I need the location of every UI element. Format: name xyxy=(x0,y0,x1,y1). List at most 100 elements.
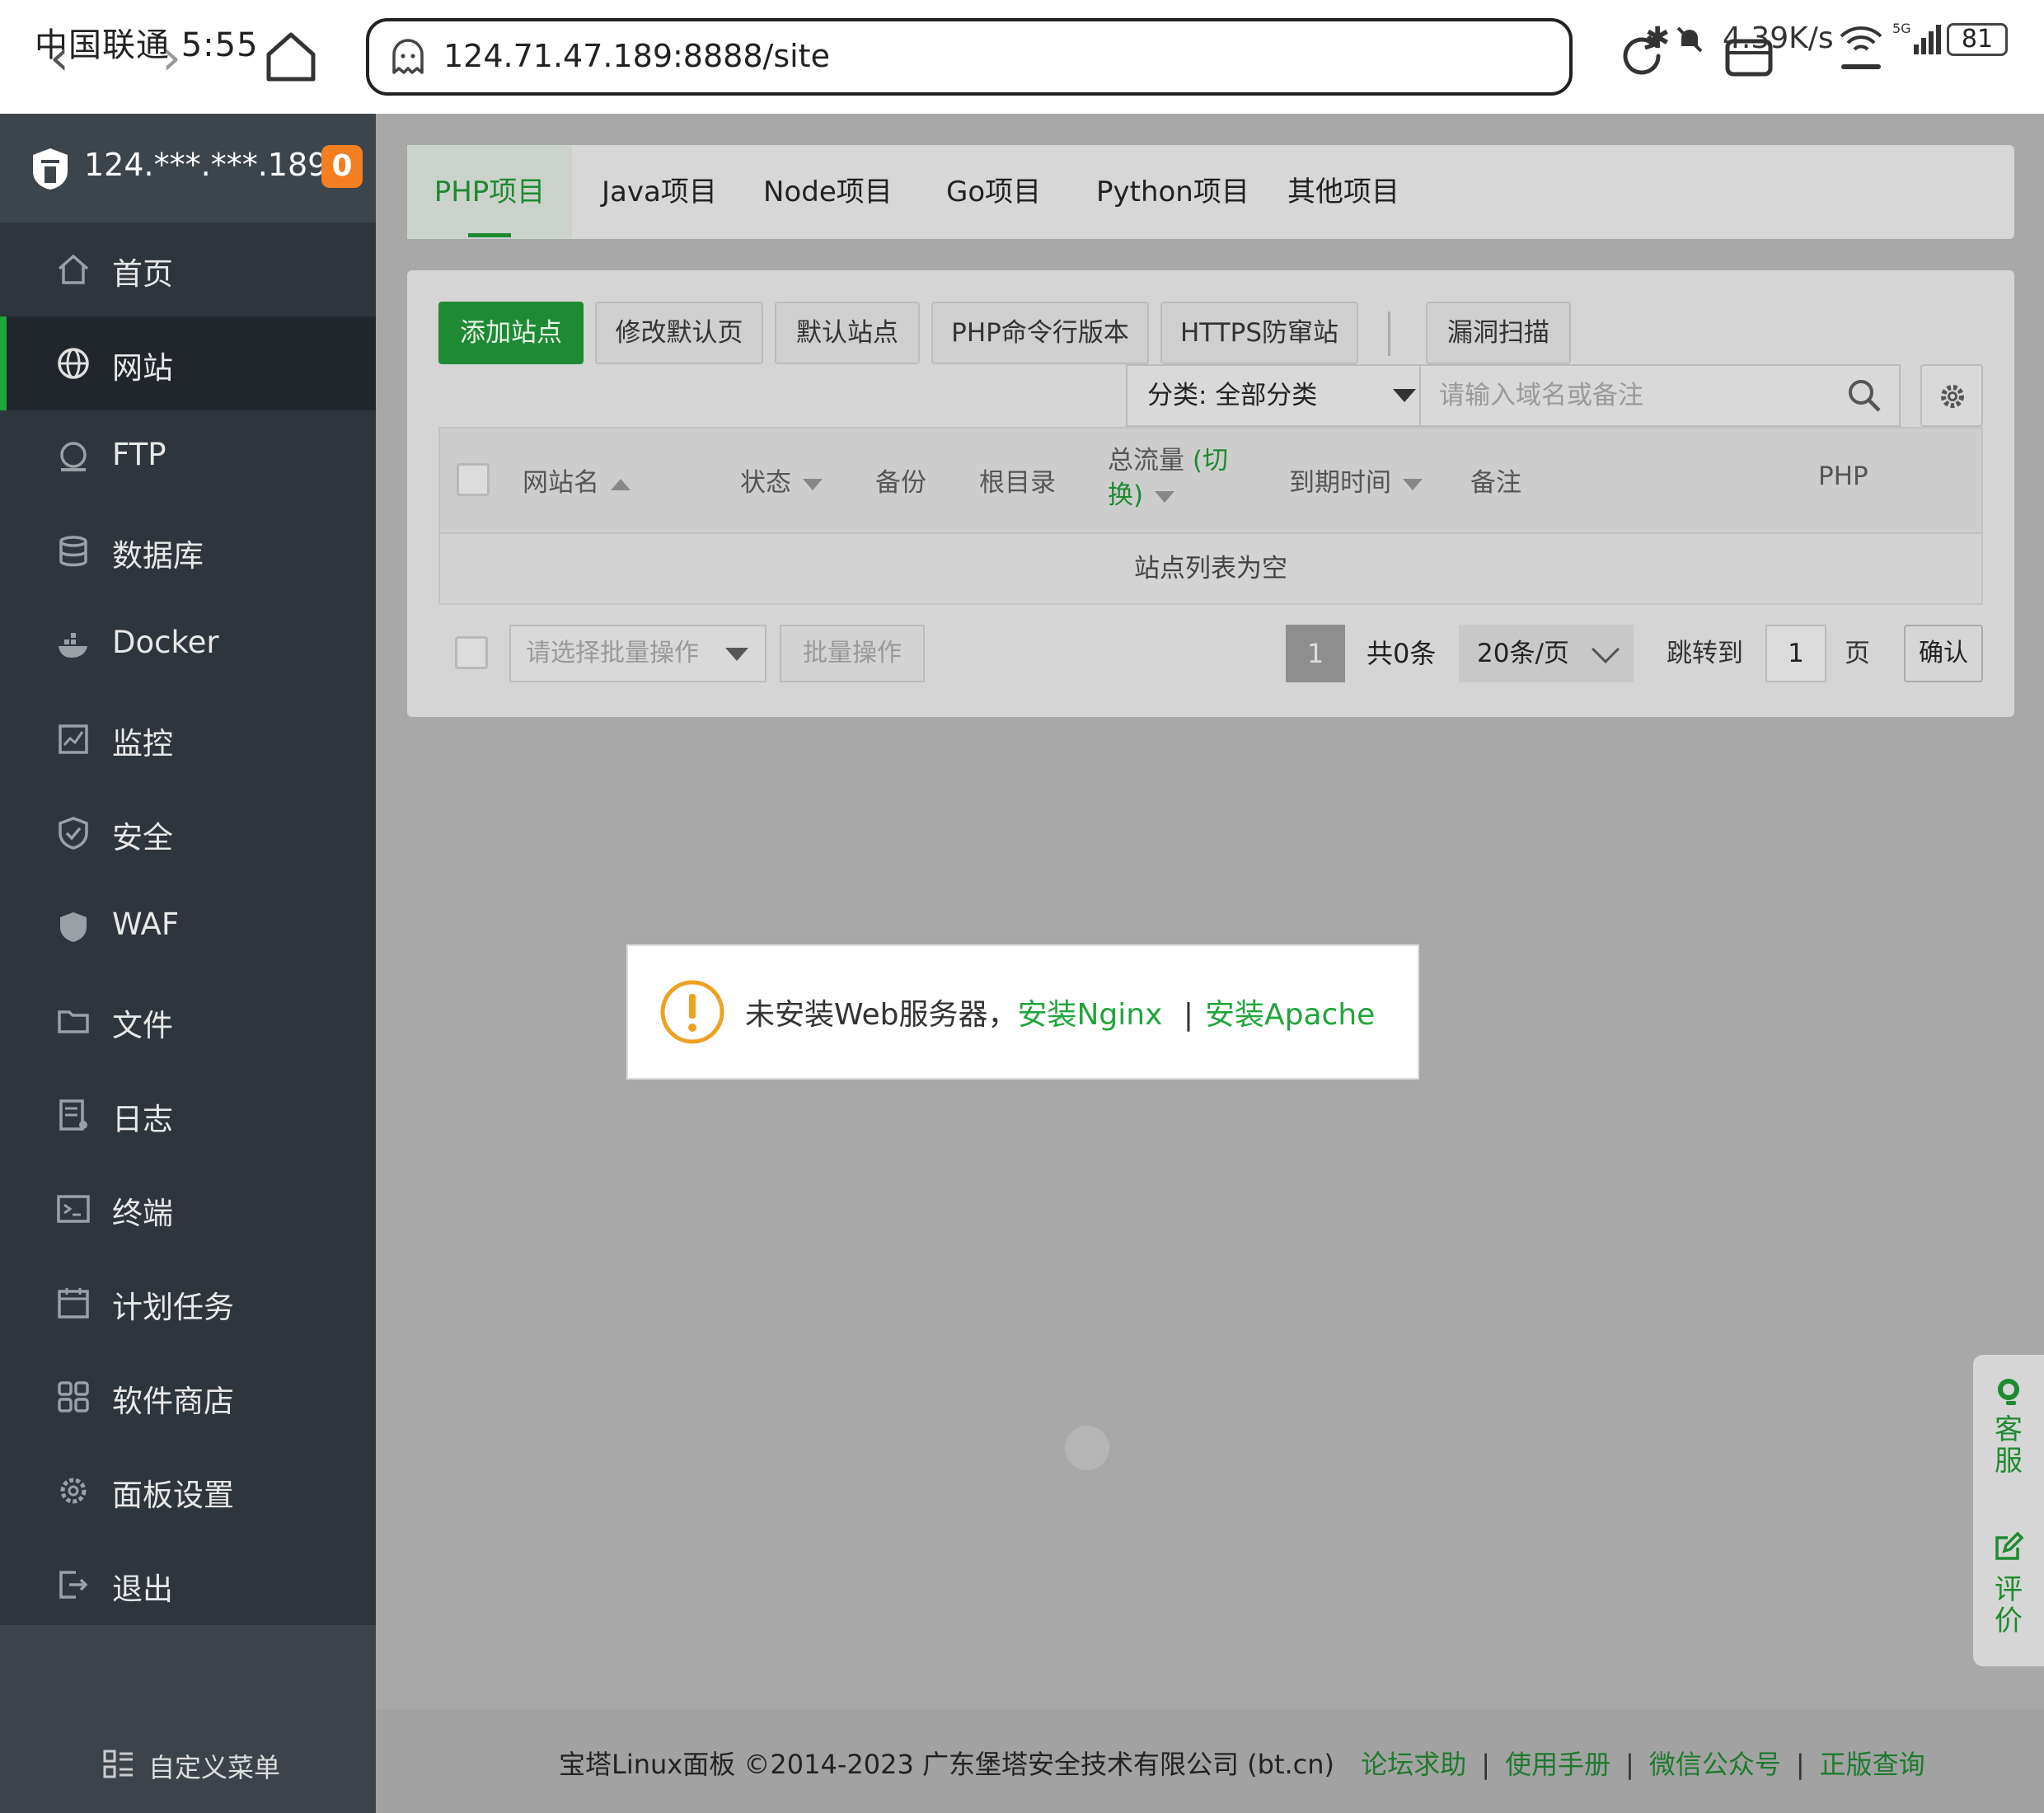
sidebar-item-cron[interactable]: 计划任务 xyxy=(0,1256,376,1350)
vuln-scan-button[interactable]: 漏洞扫描 xyxy=(1426,302,1571,364)
search-icon[interactable] xyxy=(1846,377,1882,414)
col-root-dir: 根目录 xyxy=(979,468,1056,498)
monitor-icon xyxy=(59,724,88,754)
sidebar-item-security[interactable]: 安全 xyxy=(0,786,376,880)
sidebar-item-settings[interactable]: 面板设置 xyxy=(0,1444,376,1538)
tab-java[interactable]: Java项目 xyxy=(602,145,717,239)
tab-go[interactable]: Go项目 xyxy=(946,145,1041,239)
terminal-icon xyxy=(57,1195,90,1223)
sidebar-item-label: 计划任务 xyxy=(112,1290,234,1325)
server-host[interactable]: 124.***.***.189 xyxy=(84,147,327,183)
gear-icon xyxy=(1941,385,1964,408)
select-all-checkbox[interactable] xyxy=(457,463,490,496)
feedback-button[interactable]: 评价 xyxy=(1988,1574,2029,1637)
footer-link-manual[interactable]: 使用手册 xyxy=(1505,1749,1610,1780)
sidebar-item-database[interactable]: 数据库 xyxy=(0,504,376,598)
sidebar-item-logout[interactable]: 退出 xyxy=(0,1538,376,1632)
category-value: 分类: 全部分类 xyxy=(1147,381,1318,410)
traffic-switch-link[interactable]: (切 xyxy=(1193,446,1228,476)
warning-icon xyxy=(660,980,724,1044)
floating-service-panel: 客服 评价 xyxy=(1973,1355,2044,1666)
sidebar-item-label: 网站 xyxy=(112,350,173,386)
customer-service-button[interactable]: 客服 xyxy=(1988,1414,2029,1477)
batch-operation-button[interactable]: 批量操作 xyxy=(780,625,925,682)
sidebar-item-waf[interactable]: WAF xyxy=(0,880,376,974)
sidebar-item-label: 面板设置 xyxy=(112,1478,234,1513)
install-apache-link[interactable]: 安装Apache xyxy=(1205,998,1375,1032)
batch-placeholder: 请选择批量操作 xyxy=(526,639,699,668)
page-size-select[interactable]: 20条/页 xyxy=(1459,625,1634,682)
col-php: PHP xyxy=(1818,461,1868,491)
jump-page-input[interactable]: 1 xyxy=(1765,625,1826,682)
footer-link-wechat[interactable]: 微信公众号 xyxy=(1649,1749,1781,1780)
sort-desc-icon xyxy=(803,478,823,490)
sidebar-item-logs[interactable]: 日志 xyxy=(0,1068,376,1162)
home-icon[interactable] xyxy=(262,28,320,86)
jump-label: 跳转到 xyxy=(1667,639,1743,668)
sidebar-item-store[interactable]: 软件商店 xyxy=(0,1350,376,1444)
docker-icon xyxy=(59,633,87,658)
back-icon[interactable]: ‹ xyxy=(49,33,69,82)
table-settings-button[interactable] xyxy=(1920,364,1983,427)
sidebar-item-docker[interactable]: Docker xyxy=(0,598,376,692)
search-input[interactable] xyxy=(1421,366,1833,425)
sidebar-item-home[interactable]: 首页 xyxy=(0,223,376,316)
site-list-card: 添加站点 修改默认页 默认站点 PHP命令行版本 HTTPS防窜站 漏洞扫描 分… xyxy=(407,270,2014,717)
copyright: 宝塔Linux面板 ©2014-2023 广东堡塔安全技术有限公司 (bt.cn… xyxy=(559,1749,1335,1780)
php-cli-version-button[interactable]: PHP命令行版本 xyxy=(931,302,1149,364)
sidebar-item-monitor[interactable]: 监控 xyxy=(0,692,376,786)
bt-logo-icon xyxy=(33,148,68,190)
sidebar-item-label: WAF xyxy=(112,906,180,942)
col-expire[interactable]: 到期时间 xyxy=(1289,461,1423,499)
server-header: 124.***.***.189 0 xyxy=(0,114,376,223)
footer-link-license[interactable]: 正版查询 xyxy=(1820,1749,1925,1780)
notification-badge[interactable]: 0 xyxy=(321,145,363,188)
col-label: 到期时间 xyxy=(1289,468,1391,498)
batch-select-checkbox[interactable] xyxy=(455,636,488,669)
sidebar-item-label: 退出 xyxy=(112,1572,173,1607)
menu-icon[interactable] xyxy=(1841,64,1881,69)
batch-operation-select[interactable]: 请选择批量操作 xyxy=(509,625,766,682)
browser-toolbar: 中国联通 5:55 ‹ › 124.71.47.189:8888/site ✱ … xyxy=(0,0,2044,114)
edit-default-page-button[interactable]: 修改默认页 xyxy=(595,302,763,364)
site-info-icon[interactable] xyxy=(387,36,429,77)
col-site-name[interactable]: 网站名 xyxy=(523,461,631,499)
empty-state: 站点列表为空 xyxy=(438,534,1983,605)
sidebar-item-website[interactable]: 网站 xyxy=(0,316,376,410)
install-nginx-link[interactable]: 安装Nginx xyxy=(1018,998,1163,1032)
gear-icon xyxy=(60,1478,87,1504)
address-bar[interactable]: 124.71.47.189:8888/site xyxy=(366,18,1573,96)
project-tabs: PHP项目 Java项目 Node项目 Go项目 Python项目 其他项目 xyxy=(407,145,2014,239)
tab-php[interactable]: PHP项目 xyxy=(407,145,572,239)
sidebar-item-files[interactable]: 文件 xyxy=(0,974,376,1068)
forward-icon[interactable]: › xyxy=(162,33,181,82)
tab-python[interactable]: Python项目 xyxy=(1096,145,1249,239)
jump-confirm-button[interactable]: 确认 xyxy=(1904,625,1983,682)
sidebar-item-label: 终端 xyxy=(112,1196,173,1231)
add-site-button[interactable]: 添加站点 xyxy=(438,302,584,364)
tab-node[interactable]: Node项目 xyxy=(763,145,893,239)
search-box xyxy=(1419,364,1901,427)
category-select[interactable]: 分类: 全部分类 xyxy=(1126,364,1436,427)
logout-icon xyxy=(59,1571,88,1599)
sidebar-item-terminal[interactable]: 终端 xyxy=(0,1162,376,1256)
ftp-icon xyxy=(60,442,87,471)
sidebar-item-ftp[interactable]: FTP xyxy=(0,410,376,504)
default-site-button[interactable]: 默认站点 xyxy=(775,302,920,364)
folder-icon xyxy=(58,1010,89,1033)
col-status[interactable]: 状态 xyxy=(740,461,823,499)
globe-icon xyxy=(58,348,89,379)
edit-icon xyxy=(1995,1531,2024,1560)
loading-indicator xyxy=(1065,1426,1109,1470)
grid-list-icon xyxy=(103,1750,133,1778)
tab-other[interactable]: 其他项目 xyxy=(1287,145,1399,239)
sidebar-item-label: 日志 xyxy=(112,1102,173,1137)
page-size-value: 20条/页 xyxy=(1477,639,1569,668)
traffic-switch-link[interactable]: 换) xyxy=(1108,480,1143,510)
custom-menu-button[interactable]: 自定义菜单 xyxy=(102,1744,300,1793)
col-traffic[interactable]: 总流量 (切 换) xyxy=(1108,443,1228,513)
col-label: 网站名 xyxy=(523,468,599,498)
footer-link-forum[interactable]: 论坛求助 xyxy=(1361,1749,1466,1780)
page-current[interactable]: 1 xyxy=(1286,625,1345,682)
https-anti-hijack-button[interactable]: HTTPS防窜站 xyxy=(1160,302,1358,364)
